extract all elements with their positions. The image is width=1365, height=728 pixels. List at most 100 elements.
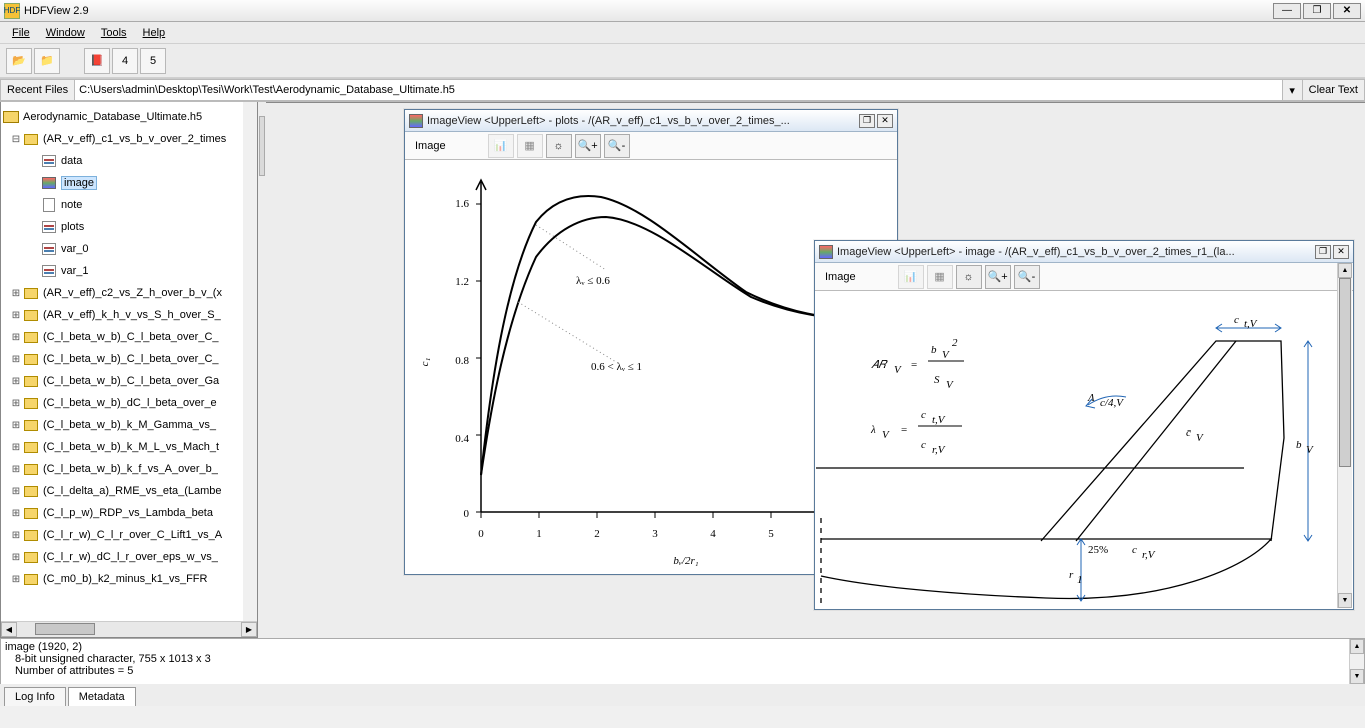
- tree-group[interactable]: ⊞(C_m0_b)_k2_minus_k1_vs_FFR: [1, 568, 257, 590]
- imageview-plots-toolbar: Image 📊 ▦ ☼ 🔍+ 🔍-: [405, 132, 897, 160]
- expand-icon[interactable]: ⊞: [9, 288, 23, 299]
- tree[interactable]: Aerodynamic_Database_Ultimate.h5 ⊟ (AR_v…: [1, 102, 257, 594]
- tree-group[interactable]: ⊞(C_l_beta_w_b)_dC_l_beta_over_e: [1, 392, 257, 414]
- maximize-button[interactable]: ❐: [1303, 3, 1331, 19]
- tree-group[interactable]: ⊞(AR_v_eff)_k_h_v_vs_S_h_over_S_: [1, 304, 257, 326]
- tree-leaf-data[interactable]: data: [1, 150, 257, 172]
- scroll-down-icon[interactable]: ▼: [1338, 593, 1352, 608]
- image-icon: [409, 114, 423, 128]
- expand-icon[interactable]: ⊞: [9, 420, 23, 431]
- tree-group[interactable]: ⊞(C_l_r_w)_C_l_r_over_C_Lift1_vs_A: [1, 524, 257, 546]
- scroll-down-icon[interactable]: ▼: [1350, 669, 1364, 684]
- menu-file[interactable]: File: [4, 25, 38, 41]
- svg-text:2: 2: [594, 528, 600, 540]
- help-button[interactable]: 📕: [84, 48, 110, 74]
- info-vscrollbar[interactable]: ▲ ▼: [1349, 639, 1364, 684]
- expand-icon[interactable]: ⊞: [9, 354, 23, 365]
- image-menu[interactable]: Image: [819, 271, 862, 283]
- info-line2: 8-bit unsigned character, 755 x 1013 x 3: [5, 653, 1360, 665]
- tab-loginfo[interactable]: Log Info: [4, 687, 66, 706]
- brightness-icon[interactable]: ☼: [956, 265, 982, 289]
- menu-window[interactable]: Window: [38, 25, 93, 41]
- expand-icon[interactable]: ⊞: [9, 332, 23, 343]
- expand-icon[interactable]: ⊞: [9, 442, 23, 453]
- tree-group[interactable]: ⊞(C_l_beta_w_b)_C_l_beta_over_C_: [1, 348, 257, 370]
- scroll-right-icon[interactable]: ▶: [241, 622, 257, 637]
- image-vscrollbar[interactable]: ▲ ▼: [1337, 263, 1352, 608]
- close-internal-button[interactable]: ✕: [1333, 245, 1349, 259]
- svg-text:r: r: [1069, 569, 1074, 581]
- menu-bar: File Window Tools Help: [0, 22, 1365, 44]
- tree-group[interactable]: ⊞(AR_v_eff)_c2_vs_Z_h_over_b_v_(x: [1, 282, 257, 304]
- zoom-in-icon[interactable]: 🔍+: [985, 265, 1011, 289]
- expand-icon[interactable]: ⊞: [9, 508, 23, 519]
- zoom-in-icon[interactable]: 🔍+: [575, 134, 601, 158]
- imageview-plots-titlebar[interactable]: ImageView <UpperLeft> - plots - /(AR_v_e…: [405, 110, 897, 132]
- maximize-internal-button[interactable]: ❐: [1315, 245, 1331, 259]
- scroll-left-icon[interactable]: ◀: [1, 622, 17, 637]
- svg-text:0.8: 0.8: [455, 355, 469, 367]
- expand-icon[interactable]: ⊞: [9, 464, 23, 475]
- scroll-up-icon[interactable]: ▲: [1338, 263, 1352, 278]
- tree-vscrollbar[interactable]: [243, 102, 257, 621]
- expand-icon[interactable]: ⊞: [9, 376, 23, 387]
- tree-leaf-var0[interactable]: var_0: [1, 238, 257, 260]
- tree-group[interactable]: ⊞ (C_l_beta_w_b)_k_M_L_vs_Mach_t: [1, 436, 257, 458]
- maximize-internal-button[interactable]: ❐: [859, 114, 875, 128]
- minimize-button[interactable]: —: [1273, 3, 1301, 19]
- hdf4-button[interactable]: 4: [112, 48, 138, 74]
- svg-text:𝐴𝑅: 𝐴𝑅: [871, 359, 888, 371]
- tree-leaf-var1[interactable]: var_1: [1, 260, 257, 282]
- recent-files-path[interactable]: C:\Users\admin\Desktop\Tesi\Work\Test\Ae…: [74, 79, 1283, 101]
- collapse-icon[interactable]: ⊟: [9, 134, 23, 145]
- tree-group[interactable]: ⊞(C_l_r_w)_dC_l_r_over_eps_w_vs_: [1, 546, 257, 568]
- menu-tools[interactable]: Tools: [93, 25, 135, 41]
- expand-icon[interactable]: ⊞: [9, 398, 23, 409]
- tree-group-label: (C_l_beta_w_b)_k_M_L_vs_Mach_t: [43, 441, 219, 453]
- imageview-image-titlebar[interactable]: ImageView <UpperLeft> - image - /(AR_v_e…: [815, 241, 1353, 263]
- tree-group[interactable]: ⊞(C_l_delta_a)_RME_vs_eta_(Lambe: [1, 480, 257, 502]
- tree-group[interactable]: ⊞(C_l_p_w)_RDP_vs_Lambda_beta: [1, 502, 257, 524]
- tree-group[interactable]: ⊞(C_l_beta_w_b)_k_M_Gamma_vs_: [1, 414, 257, 436]
- svg-text:c₁: c₁: [419, 357, 431, 366]
- scroll-up-icon[interactable]: ▲: [1350, 639, 1364, 654]
- zoom-out-icon[interactable]: 🔍-: [604, 134, 630, 158]
- imageview-image[interactable]: ImageView <UpperLeft> - image - /(AR_v_e…: [814, 240, 1354, 610]
- tree-leaf-plots[interactable]: plots: [1, 216, 257, 238]
- close-button[interactable]: ✕: [1333, 3, 1361, 19]
- grid-icon: ▦: [517, 134, 543, 158]
- close-file-button[interactable]: 📁: [34, 48, 60, 74]
- expand-icon[interactable]: ⊞: [9, 486, 23, 497]
- tree-group[interactable]: ⊞(C_l_beta_w_b)_C_l_beta_over_Ga: [1, 370, 257, 392]
- close-internal-button[interactable]: ✕: [877, 114, 893, 128]
- vertical-splitter[interactable]: [258, 102, 266, 638]
- tree-group[interactable]: ⊟ (AR_v_eff)_c1_vs_b_v_over_2_times: [1, 128, 257, 150]
- menu-help[interactable]: Help: [135, 25, 174, 41]
- brightness-icon[interactable]: ☼: [546, 134, 572, 158]
- tree-root-label: Aerodynamic_Database_Ultimate.h5: [23, 111, 202, 123]
- imageview-plots-title: ImageView <UpperLeft> - plots - /(AR_v_e…: [427, 115, 857, 127]
- zoom-out-icon[interactable]: 🔍-: [1014, 265, 1040, 289]
- svg-text:b: b: [931, 344, 937, 356]
- tree-root[interactable]: Aerodynamic_Database_Ultimate.h5: [1, 106, 257, 128]
- hdf5-button[interactable]: 5: [140, 48, 166, 74]
- svg-text:4: 4: [710, 528, 716, 540]
- expand-icon[interactable]: ⊞: [9, 574, 23, 585]
- tab-metadata[interactable]: Metadata: [68, 687, 136, 706]
- open-file-button[interactable]: 📂: [6, 48, 32, 74]
- svg-text:0.6 < λᵥ ≤ 1: 0.6 < λᵥ ≤ 1: [591, 361, 642, 373]
- svg-text:1: 1: [536, 528, 542, 540]
- tree-group[interactable]: ⊞(C_l_beta_w_b)_C_l_beta_over_C_: [1, 326, 257, 348]
- tree-leaf-note[interactable]: note: [1, 194, 257, 216]
- expand-icon[interactable]: ⊞: [9, 530, 23, 541]
- recent-files-dropdown[interactable]: ▾: [1283, 79, 1303, 101]
- tree-leaf-image[interactable]: image: [1, 172, 257, 194]
- clear-text-button[interactable]: Clear Text: [1303, 79, 1365, 101]
- svg-text:V: V: [894, 364, 902, 376]
- tree-hscrollbar[interactable]: ◀ ▶: [1, 621, 257, 637]
- svg-text:0.4: 0.4: [455, 433, 469, 445]
- tree-group[interactable]: ⊞(C_l_beta_w_b)_k_f_vs_A_over_b_: [1, 458, 257, 480]
- image-menu[interactable]: Image: [409, 140, 452, 152]
- expand-icon[interactable]: ⊞: [9, 310, 23, 321]
- expand-icon[interactable]: ⊞: [9, 552, 23, 563]
